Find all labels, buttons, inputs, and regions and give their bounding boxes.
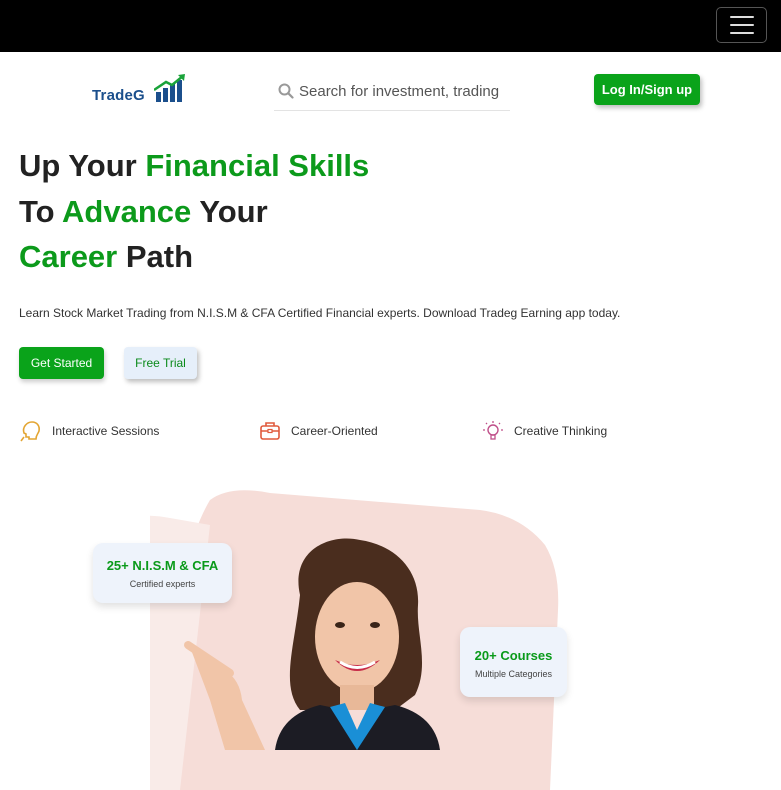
feature-creative-thinking: Creative Thinking <box>481 419 607 443</box>
badge-title: 20+ Courses <box>474 648 553 663</box>
briefcase-icon <box>258 419 282 443</box>
feature-label: Career-Oriented <box>291 424 378 438</box>
feature-label: Creative Thinking <box>514 424 608 438</box>
search-icon <box>278 83 294 99</box>
experts-badge: 25+ N.I.S.M & CFA Certified experts <box>93 543 232 603</box>
hero-headline-line-1: Up Your Financial Skills <box>19 148 369 184</box>
get-started-button[interactable]: Get Started <box>19 347 104 379</box>
top-navbar <box>0 0 781 52</box>
feature-interactive-sessions: Interactive Sessions <box>19 419 159 443</box>
login-signup-button[interactable]: Log In/Sign up <box>594 74 700 105</box>
headline-highlight: Financial Skills <box>145 148 370 183</box>
logo-text: TradeG <box>92 87 145 104</box>
hamburger-icon-line <box>729 32 754 34</box>
headline-text: Up Your <box>19 148 146 183</box>
headline-highlight: Advance <box>62 194 192 229</box>
search-bar[interactable] <box>274 73 510 111</box>
headline-text: Path <box>117 239 194 274</box>
head-icon <box>19 419 43 443</box>
hero-subtext: Learn Stock Market Trading from N.I.S.M … <box>19 306 621 320</box>
lightbulb-icon <box>481 419 505 443</box>
feature-label: Interactive Sessions <box>52 424 160 438</box>
hamburger-icon <box>729 16 754 18</box>
courses-badge: 20+ Courses Multiple Categories <box>460 627 567 697</box>
tradeg-logo[interactable]: TradeG <box>92 74 188 108</box>
bar-chart-arrow-icon <box>154 74 185 102</box>
search-input[interactable] <box>299 79 499 103</box>
headline-highlight: Career <box>19 239 118 274</box>
feature-career-oriented: Career-Oriented <box>258 419 378 443</box>
hamburger-icon-line <box>729 24 754 26</box>
hero-headline-line-3: Career Path <box>19 239 193 275</box>
headline-text: To <box>19 194 63 229</box>
hero-headline-line-2: To Advance Your <box>19 194 268 230</box>
badge-title: 25+ N.I.S.M & CFA <box>106 558 219 573</box>
badge-subtitle: Certified experts <box>129 579 196 589</box>
hamburger-menu-button[interactable] <box>716 7 767 43</box>
badge-subtitle: Multiple Categories <box>474 669 553 679</box>
headline-text: Your <box>191 194 268 229</box>
free-trial-button[interactable]: Free Trial <box>124 347 197 379</box>
